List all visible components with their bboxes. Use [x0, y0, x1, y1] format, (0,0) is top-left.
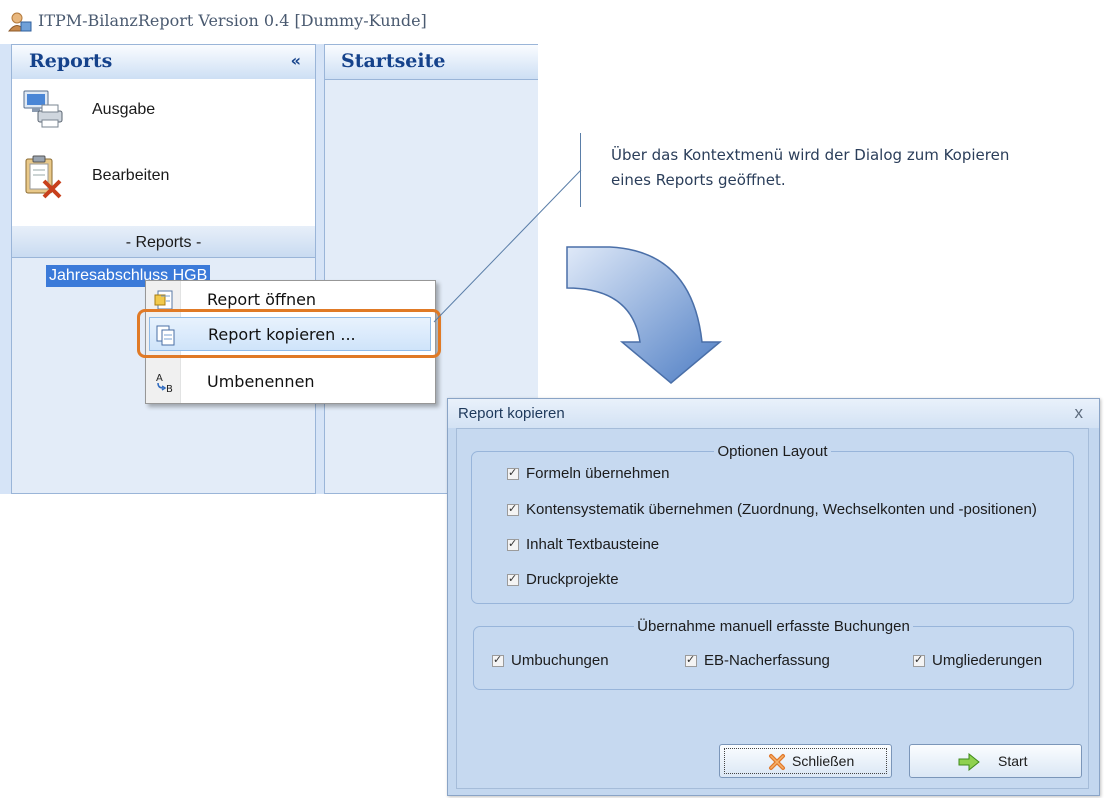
- group-options-layout: Optionen Layout Formeln übernehmen Konte…: [471, 443, 1074, 604]
- checkbox-box[interactable]: [913, 653, 925, 667]
- report-copy-dialog: Report kopieren x Optionen Layout Formel…: [447, 398, 1100, 796]
- group-manual-bookings: Übernahme manuell erfasste Buchungen Umb…: [473, 618, 1074, 690]
- checkbox-label: Umgliederungen: [932, 652, 1043, 669]
- group-title-options-layout: Optionen Layout: [714, 443, 831, 460]
- checkbox-box[interactable]: [507, 572, 519, 586]
- checkbox-box[interactable]: [507, 537, 519, 551]
- checkbox-label: Formeln übernehmen: [526, 465, 670, 482]
- dialog-close-icon[interactable]: x: [1075, 403, 1084, 423]
- checkbox-box[interactable]: [507, 466, 519, 480]
- down-curved-arrow-icon: [566, 246, 723, 384]
- checkbox-label: Kontensystematik übernehmen (Zuordnung, …: [526, 501, 1037, 518]
- dialog-body: Optionen Layout Formeln übernehmen Konte…: [456, 428, 1089, 789]
- close-x-icon: [769, 754, 785, 770]
- checkbox-box[interactable]: [492, 653, 504, 667]
- checkbox-label: EB-Nacherfassung: [704, 652, 830, 669]
- group-title-manual-bookings: Übernahme manuell erfasste Buchungen: [634, 618, 913, 635]
- dialog-title-bar: Report kopieren x: [448, 399, 1099, 428]
- callout-connector-line: [433, 169, 582, 323]
- close-button[interactable]: Schließen: [719, 744, 892, 778]
- arrow-right-icon: [958, 753, 980, 771]
- close-button-label: Schließen: [792, 753, 855, 769]
- callout-bar: [580, 133, 581, 207]
- checkbox-box[interactable]: [507, 502, 519, 516]
- dialog-title: Report kopieren: [458, 405, 565, 422]
- start-button-label: Start: [998, 753, 1028, 769]
- start-button[interactable]: Start: [909, 744, 1082, 778]
- checkbox-label: Umbuchungen: [511, 652, 609, 669]
- checkbox-label: Druckprojekte: [526, 571, 619, 588]
- checkbox-box[interactable]: [685, 653, 697, 667]
- checkbox-label: Inhalt Textbausteine: [526, 536, 660, 553]
- callout-text: Über das Kontextmenü wird der Dialog zum…: [611, 146, 1010, 189]
